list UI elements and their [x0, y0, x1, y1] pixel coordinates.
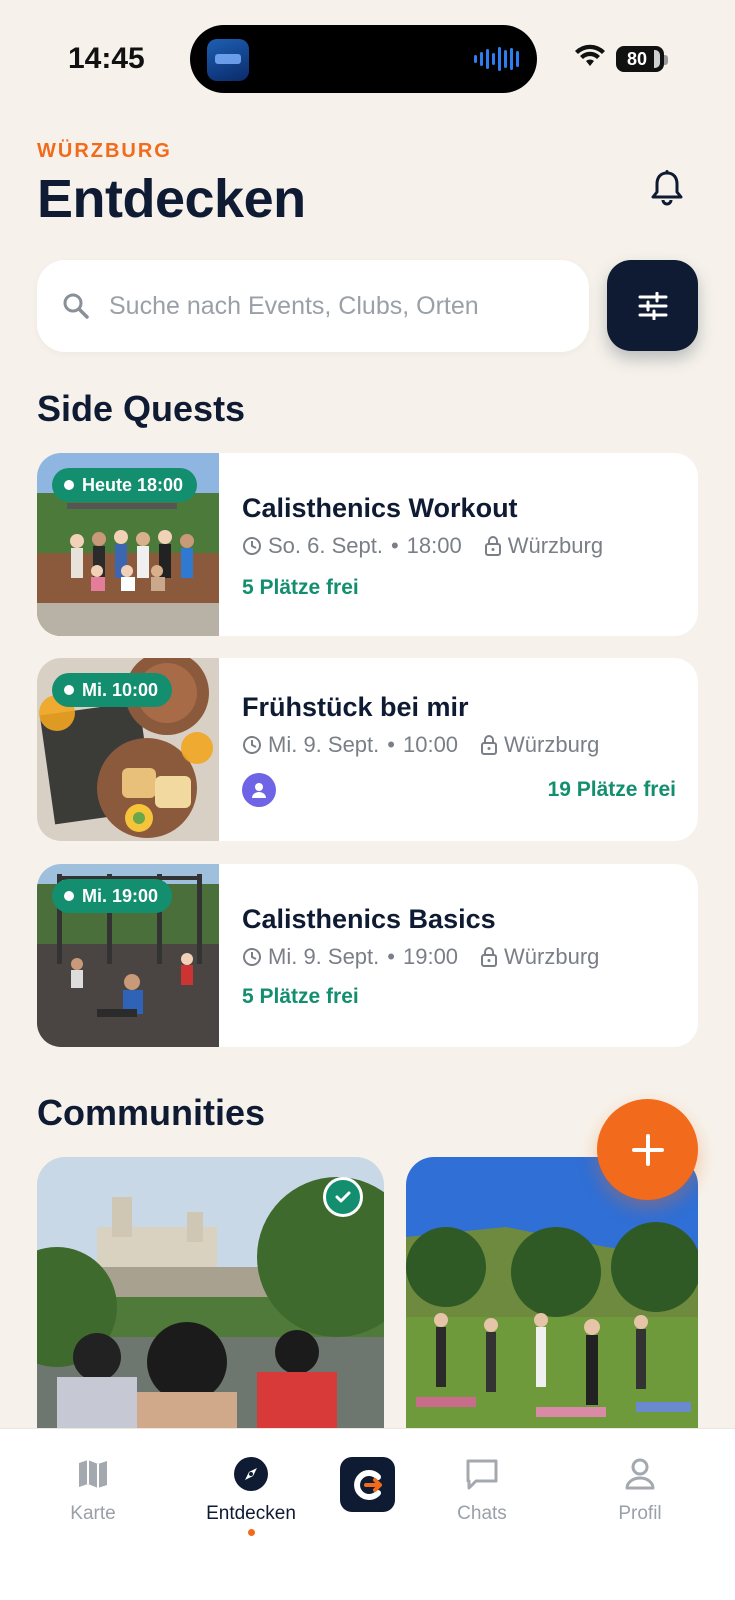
event-card[interactable]: Mi. 19:00 Calisthenics Basics Mi. 9. Sep…: [37, 864, 698, 1047]
event-time-badge: Mi. 10:00: [52, 673, 173, 707]
verified-badge-icon: [323, 1177, 363, 1217]
user-icon: [252, 783, 266, 798]
event-card[interactable]: Heute 18:00 Calisthenics Workout So. 6. …: [37, 453, 698, 636]
event-meta: Mi. 9. Sept. • 19:00 Würzburg: [242, 944, 599, 970]
communities-heading: Communities: [37, 1092, 266, 1133]
nav-label: Entdecken: [206, 1503, 296, 1524]
battery-level: 80: [626, 48, 648, 69]
active-indicator: [247, 1529, 255, 1536]
event-time: 18:00: [406, 533, 462, 558]
status-bar: 14:45 80: [0, 0, 735, 110]
lock-icon: [484, 536, 501, 556]
event-title: Frühstück bei mir: [242, 692, 469, 722]
clock-icon: [243, 736, 261, 754]
wifi-icon: [575, 44, 605, 66]
event-spots: 5 Plätze frei: [242, 576, 359, 599]
now-playing-app-icon: [207, 39, 249, 81]
event-time-badge: Mi. 19:00: [52, 879, 173, 913]
search-input[interactable]: [109, 291, 569, 321]
nav-tab-discover[interactable]: Entdecken: [196, 1453, 306, 1536]
profile-icon: [625, 1458, 655, 1490]
map-icon: [79, 1460, 107, 1488]
event-title: Calisthenics Workout: [242, 493, 518, 523]
app-logo-button[interactable]: [340, 1457, 395, 1512]
side-quests-heading: Side Quests: [37, 388, 246, 429]
event-spots: 19 Plätze frei: [547, 778, 676, 801]
app-logo-icon: [353, 1469, 382, 1500]
city-label: WÜRZBURG: [37, 140, 172, 162]
lock-icon: [481, 947, 498, 967]
nav-label: Profil: [618, 1503, 662, 1524]
audio-wave-icon: [474, 45, 519, 73]
plus-icon: [631, 1133, 664, 1166]
notifications-bell-icon[interactable]: [647, 168, 687, 208]
event-date: Mi. 9. Sept.: [268, 732, 380, 757]
event-time: 10:00: [402, 732, 459, 757]
host-avatar[interactable]: [242, 773, 276, 807]
event-location: Würzburg: [504, 732, 600, 757]
chat-icon: [466, 1459, 498, 1490]
community-card[interactable]: [37, 1157, 384, 1440]
lock-icon: [481, 735, 498, 755]
event-time-badge: Heute 18:00: [52, 468, 198, 502]
clock-icon: [243, 537, 261, 555]
bottom-navigation: Karte Entdecken Chats Profil: [0, 1428, 735, 1600]
event-title: Calisthenics Basics: [242, 904, 496, 934]
search-bar[interactable]: [37, 260, 589, 352]
nav-tab-profile[interactable]: Profil: [585, 1453, 695, 1525]
sliders-icon: [638, 291, 667, 320]
nav-tab-chats[interactable]: Chats: [427, 1453, 537, 1525]
event-date: So. 6. Sept.: [268, 533, 383, 558]
event-location: Würzburg: [504, 944, 600, 969]
page-title: Entdecken: [37, 169, 306, 229]
event-card[interactable]: Mi. 10:00 Frühstück bei mir Mi. 9. Sept.…: [37, 658, 698, 841]
create-button[interactable]: [597, 1099, 698, 1200]
battery-indicator: 80: [616, 46, 664, 72]
event-time: 19:00: [402, 944, 459, 969]
dynamic-island: [190, 25, 537, 93]
status-time: 14:45: [68, 42, 145, 75]
clock-icon: [243, 948, 261, 966]
compass-icon: [234, 1457, 268, 1491]
event-spots: 5 Plätze frei: [242, 985, 359, 1008]
filter-button[interactable]: [607, 260, 698, 351]
event-location: Würzburg: [507, 533, 604, 558]
event-meta: So. 6. Sept. • 18:00 Würzburg: [242, 533, 603, 559]
event-meta: Mi. 9. Sept. • 10:00 Würzburg: [242, 732, 599, 758]
event-date: Mi. 9. Sept.: [268, 944, 380, 969]
nav-tab-map[interactable]: Karte: [38, 1453, 148, 1525]
nav-label: Chats: [457, 1503, 507, 1524]
nav-label: Karte: [70, 1503, 116, 1524]
battery-nub: [664, 55, 668, 65]
search-icon: [63, 293, 89, 319]
